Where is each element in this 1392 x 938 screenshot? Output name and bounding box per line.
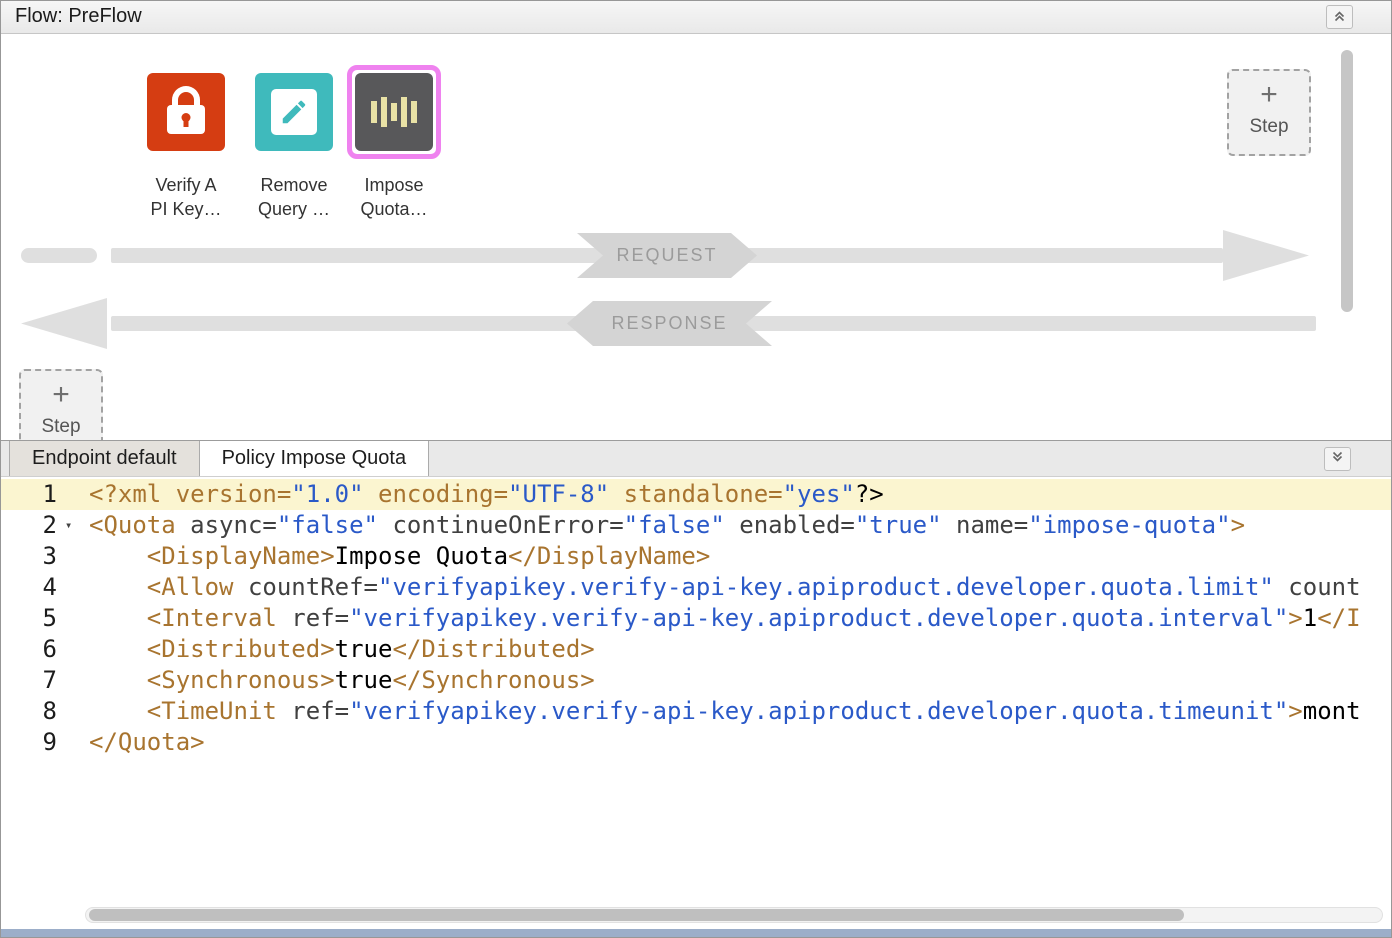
fold-spacer	[59, 696, 89, 727]
tab-endpoint-default[interactable]: Endpoint default	[9, 441, 200, 476]
selected-policy-frame	[347, 65, 441, 159]
line-number: 9	[1, 727, 59, 758]
horizontal-scrollbar-thumb[interactable]	[89, 909, 1184, 921]
code-text: <TimeUnit ref="verifyapikey.verify-api-k…	[89, 696, 1391, 727]
code-text: <Distributed>true</Distributed>	[89, 634, 1391, 665]
proxy-editor-window: Flow: PreFlow Verify A PI Key…	[0, 0, 1392, 938]
request-arrow-head-icon	[1223, 230, 1309, 281]
pencil-icon	[255, 73, 333, 151]
code-text: <DisplayName>Impose Quota</DisplayName>	[89, 541, 1391, 572]
add-step-button-response[interactable]: + Step	[19, 369, 103, 440]
plus-icon: +	[1260, 81, 1278, 109]
code-line[interactable]: 4 <Allow countRef="verifyapikey.verify-a…	[1, 572, 1391, 603]
request-bar-segment	[21, 248, 97, 263]
fold-spacer	[59, 572, 89, 603]
line-number: 2	[1, 510, 59, 541]
request-label: REQUEST	[616, 245, 717, 266]
collapse-flow-button[interactable]	[1326, 5, 1353, 29]
flow-header: Flow: PreFlow	[1, 1, 1391, 34]
policy-verify-api-key[interactable]: Verify A PI Key…	[126, 65, 246, 221]
chevron-double-up-icon	[1332, 2, 1347, 33]
code-line[interactable]: 8 <TimeUnit ref="verifyapikey.verify-api…	[1, 696, 1391, 727]
policy-label: Verify A PI Key…	[150, 173, 221, 221]
chevron-double-down-icon	[1330, 448, 1345, 471]
lock-icon	[147, 73, 225, 151]
fold-spacer	[59, 634, 89, 665]
flow-title: Flow: PreFlow	[15, 5, 142, 27]
bottom-strip	[1, 929, 1391, 937]
code-editor[interactable]: 1 <?xml version="1.0" encoding="UTF-8" st…	[1, 477, 1391, 929]
fold-marker-icon[interactable]: ▾	[59, 510, 89, 541]
line-number: 1	[1, 479, 59, 510]
line-number: 8	[1, 696, 59, 727]
code-text: <Quota async="false" continueOnError="fa…	[89, 510, 1391, 541]
response-label: RESPONSE	[611, 313, 727, 334]
code-line[interactable]: 1 <?xml version="1.0" encoding="UTF-8" st…	[1, 479, 1391, 510]
collapse-editor-button[interactable]	[1324, 447, 1351, 471]
response-label-band: RESPONSE	[567, 301, 772, 346]
step-label: Step	[1249, 116, 1288, 138]
code-line[interactable]: 3 <DisplayName>Impose Quota</DisplayName…	[1, 541, 1391, 572]
quota-bars-icon	[355, 73, 433, 151]
request-label-band: REQUEST	[577, 233, 757, 278]
editor-tab-bar: Endpoint default Policy Impose Quota	[1, 440, 1391, 477]
response-arrow-head-icon	[21, 298, 107, 349]
policy-impose-quota[interactable]: Impose Quota…	[334, 65, 454, 221]
line-number: 5	[1, 603, 59, 634]
policy-icon-frame	[247, 65, 341, 159]
code-line[interactable]: 9 </Quota>	[1, 727, 1391, 758]
fold-spacer	[59, 727, 89, 758]
policy-label: Impose Quota…	[360, 173, 427, 221]
step-label: Step	[41, 416, 80, 438]
horizontal-scrollbar-track[interactable]	[85, 907, 1383, 923]
add-step-button-request[interactable]: + Step	[1227, 69, 1311, 156]
code-line[interactable]: 2▾<Quota async="false" continueOnError="…	[1, 510, 1391, 541]
code-line[interactable]: 7 <Synchronous>true</Synchronous>	[1, 665, 1391, 696]
line-number: 7	[1, 665, 59, 696]
code-text: <Synchronous>true</Synchronous>	[89, 665, 1391, 696]
fold-spacer	[59, 603, 89, 634]
code-text: <?xml version="1.0" encoding="UTF-8" sta…	[89, 479, 1391, 510]
code-line[interactable]: 6 <Distributed>true</Distributed>	[1, 634, 1391, 665]
line-number: 6	[1, 634, 59, 665]
line-number: 4	[1, 572, 59, 603]
fold-spacer	[59, 479, 89, 510]
plus-icon: +	[52, 381, 70, 409]
fold-spacer	[59, 665, 89, 696]
code-text: </Quota>	[89, 727, 1391, 758]
code-lines: 1 <?xml version="1.0" encoding="UTF-8" st…	[1, 479, 1391, 758]
line-number: 3	[1, 541, 59, 572]
flow-vertical-scrollbar[interactable]	[1341, 50, 1353, 312]
code-line[interactable]: 5 <Interval ref="verifyapikey.verify-api…	[1, 603, 1391, 634]
policy-label: Remove Query …	[258, 173, 330, 221]
policy-icon-frame	[139, 65, 233, 159]
code-text: <Allow countRef="verifyapikey.verify-api…	[89, 572, 1391, 603]
code-text: <Interval ref="verifyapikey.verify-api-k…	[89, 603, 1391, 634]
flow-canvas: Verify A PI Key… Remove Query …	[1, 34, 1391, 440]
tab-policy-impose-quota[interactable]: Policy Impose Quota	[199, 441, 430, 476]
fold-spacer	[59, 541, 89, 572]
